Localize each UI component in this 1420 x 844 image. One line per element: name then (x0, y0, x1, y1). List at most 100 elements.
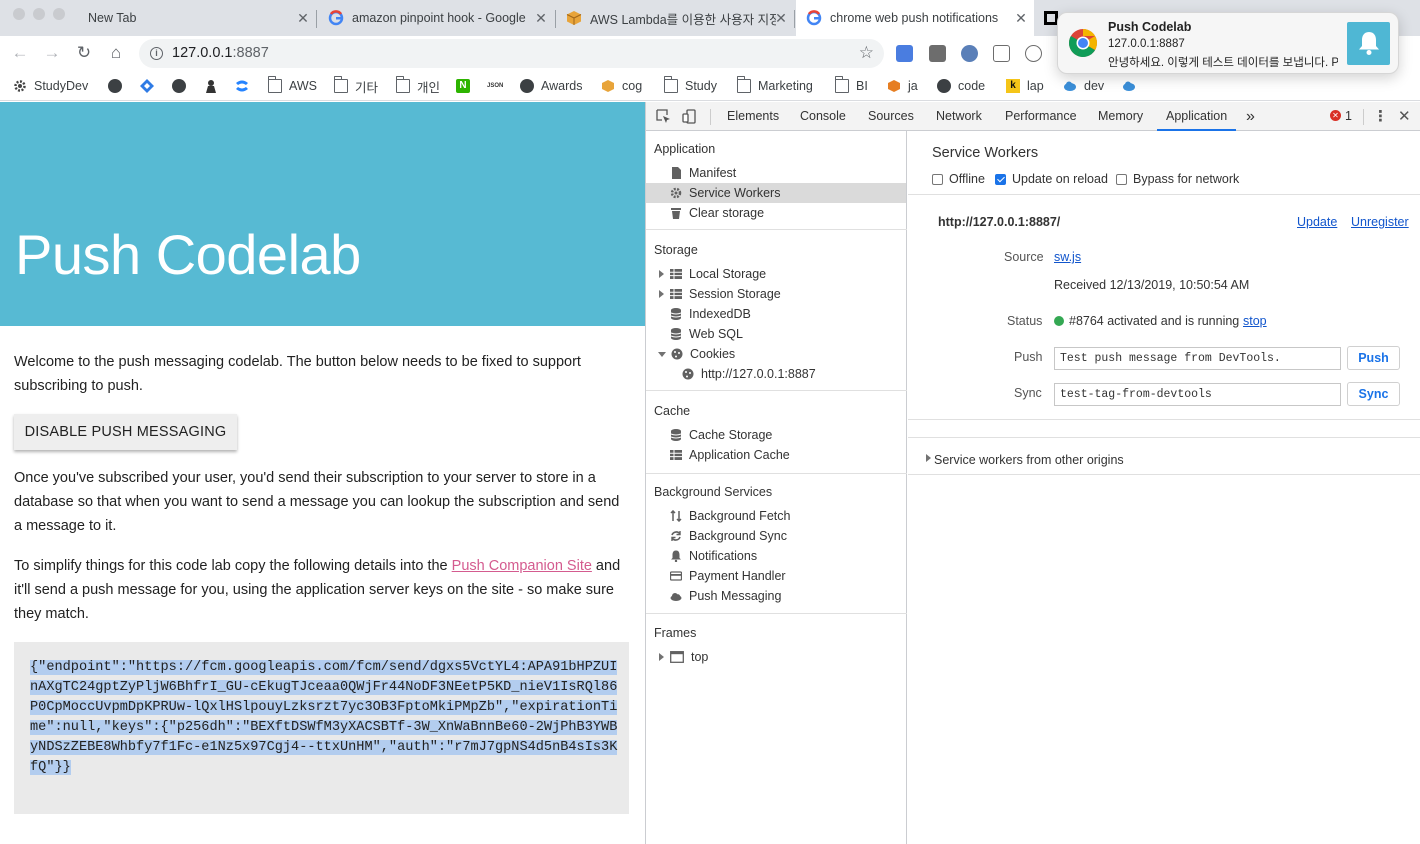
bookmark-lap[interactable]: k lap (1006, 77, 1044, 95)
bookmark-cloud[interactable] (1122, 77, 1143, 95)
bookmark-folder-study[interactable]: Study (663, 76, 717, 95)
close-icon[interactable]: ✕ (296, 10, 310, 27)
sidebar-item-cookies[interactable]: Cookies (658, 344, 907, 364)
sidebar-item-payment-handler[interactable]: Payment Handler (670, 566, 907, 586)
more-tabs-icon[interactable]: » (1246, 102, 1255, 131)
bookmark-globe-1[interactable] (108, 77, 129, 95)
expand-arrow-icon[interactable] (659, 270, 664, 278)
kebab-menu-icon[interactable]: ⋮ (1373, 102, 1388, 131)
tab-network[interactable]: Network (936, 102, 982, 131)
tab-console[interactable]: Console (800, 102, 846, 131)
bookmark-folder-aws[interactable]: AWS (267, 76, 317, 95)
expand-arrow-icon[interactable] (926, 454, 931, 462)
bookmark-globe-2[interactable] (172, 77, 193, 95)
push-payload-input[interactable]: Test push message from DevTools. (1054, 347, 1341, 370)
collapse-arrow-icon[interactable] (658, 351, 666, 357)
tab-title: New Tab (88, 11, 137, 25)
sidebar-item-indexeddb[interactable]: IndexedDB (670, 304, 907, 324)
tab-elements[interactable]: Elements (727, 102, 779, 131)
bookmark-code[interactable]: code (937, 77, 985, 95)
bookmark-folder-bi[interactable]: BI (834, 76, 868, 95)
bookmark-confluence[interactable] (235, 77, 256, 95)
window-minimize-button[interactable] (33, 8, 45, 20)
sidebar-item-application-cache[interactable]: Application Cache (670, 445, 907, 465)
sidebar-item-local-storage[interactable]: Local Storage (659, 264, 907, 284)
bookmark-awards[interactable]: Awards (520, 77, 582, 95)
tab-application[interactable]: Application (1157, 102, 1237, 131)
close-icon[interactable]: ✕ (534, 10, 548, 27)
sync-button[interactable]: Sync (1347, 382, 1400, 406)
tab-favicon-icon[interactable] (1044, 11, 1058, 25)
stop-link[interactable]: stop (1243, 314, 1267, 328)
tab-sources[interactable]: Sources (868, 102, 914, 131)
bookmark-folder-marketing[interactable]: Marketing (736, 76, 813, 95)
sidebar-item-background-fetch[interactable]: Background Fetch (670, 506, 907, 526)
inspect-element-icon[interactable] (656, 109, 671, 124)
bookmark-diamond[interactable] (140, 77, 161, 95)
window-close-button[interactable] (13, 8, 25, 20)
subscription-json[interactable]: {"endpoint":"https://fcm.googleapis.com/… (30, 658, 620, 778)
bookmark-star-icon[interactable]: ☆ (859, 43, 874, 63)
sync-tag-input[interactable]: test-tag-from-devtools (1054, 383, 1341, 406)
bookmark-studydev[interactable]: StudyDev (13, 77, 88, 95)
up-down-arrows-icon (670, 510, 682, 522)
sidebar-item-background-sync[interactable]: Background Sync (670, 526, 907, 546)
info-icon[interactable]: i (150, 47, 163, 60)
sidebar-item-cache-storage[interactable]: Cache Storage (670, 425, 907, 445)
disable-push-button[interactable]: DISABLE PUSH MESSAGING (14, 414, 237, 450)
tab-new-tab[interactable]: New Tab ✕ (78, 0, 316, 36)
sidebar-item-session-storage[interactable]: Session Storage (659, 284, 907, 304)
tab-google-search[interactable]: amazon pinpoint hook - Google ✕ (318, 0, 554, 36)
window-zoom-button[interactable] (53, 8, 65, 20)
push-button[interactable]: Push (1347, 346, 1400, 370)
address-bar[interactable]: i 127.0.0.1:8887 ☆ (139, 39, 884, 68)
device-toolbar-icon[interactable] (682, 109, 697, 124)
reload-icon[interactable]: ↻ (74, 43, 94, 63)
push-companion-link[interactable]: Push Companion Site (452, 558, 592, 574)
bookmark-dev[interactable]: dev (1063, 77, 1104, 95)
bookmark-ja[interactable]: ja (887, 77, 918, 95)
sidebar-item-cookie-origin[interactable]: http://127.0.0.1:8887 (682, 364, 907, 384)
sidebar-item-service-workers[interactable]: Service Workers (646, 183, 906, 203)
update-link[interactable]: Update (1297, 215, 1337, 229)
bypass-network-checkbox[interactable] (1116, 174, 1127, 185)
update-on-reload-checkbox[interactable] (995, 174, 1006, 185)
tab-performance[interactable]: Performance (1005, 102, 1077, 131)
home-icon[interactable]: ⌂ (106, 43, 126, 63)
chart-extension-icon[interactable] (929, 45, 946, 62)
bookmark-folder-etc[interactable]: 기타 (333, 76, 378, 95)
error-count[interactable]: 1 (1345, 102, 1352, 131)
close-icon[interactable]: ✕ (774, 10, 788, 27)
forward-icon[interactable]: → (42, 43, 62, 63)
screen-extension-icon[interactable] (993, 45, 1010, 62)
error-icon[interactable]: ✕ (1330, 110, 1341, 121)
unregister-link[interactable]: Unregister (1351, 215, 1409, 229)
offline-checkbox[interactable] (932, 174, 943, 185)
source-file-link[interactable]: sw.js (1054, 250, 1081, 264)
tab-chrome-web-push[interactable]: chrome web push notifications ✕ (796, 0, 1034, 36)
tab-aws-lambda[interactable]: AWS Lambda를 이용한 사용자 지정 ✕ (556, 0, 794, 36)
tab-memory[interactable]: Memory (1098, 102, 1143, 131)
translate-extension-icon[interactable] (896, 45, 913, 62)
compass-extension-icon[interactable] (961, 45, 978, 62)
expand-arrow-icon[interactable] (659, 653, 664, 661)
expand-arrow-icon[interactable] (659, 290, 664, 298)
close-icon[interactable]: ✕ (1014, 10, 1028, 27)
back-icon[interactable]: ← (10, 43, 30, 63)
bookmark-butler[interactable] (204, 77, 225, 95)
push-notification[interactable]: Push Codelab 127.0.0.1:8887 안녕하세요. 이렇게 테… (1057, 12, 1399, 74)
bookmark-json[interactable]: JSON (487, 77, 508, 95)
other-origins-toggle[interactable]: Service workers from other origins (934, 453, 1124, 467)
close-devtools-icon[interactable]: ✕ (1398, 102, 1411, 131)
bookmark-cog[interactable]: cog (601, 77, 642, 95)
sidebar-item-frame-top[interactable]: top (659, 647, 907, 667)
sidebar-item-notifications[interactable]: Notifications (670, 546, 907, 566)
bookmark-n[interactable]: N (456, 77, 477, 95)
chat-extension-icon[interactable] (1025, 45, 1042, 62)
bookmark-folder-personal[interactable]: 개인 (395, 76, 440, 95)
sidebar-item-push-messaging[interactable]: Push Messaging (670, 586, 907, 606)
sidebar-item-clear-storage[interactable]: Clear storage (670, 203, 907, 223)
url-text[interactable]: 127.0.0.1:8887 (172, 45, 269, 61)
sidebar-item-web-sql[interactable]: Web SQL (670, 324, 907, 344)
sidebar-item-manifest[interactable]: Manifest (670, 163, 907, 183)
